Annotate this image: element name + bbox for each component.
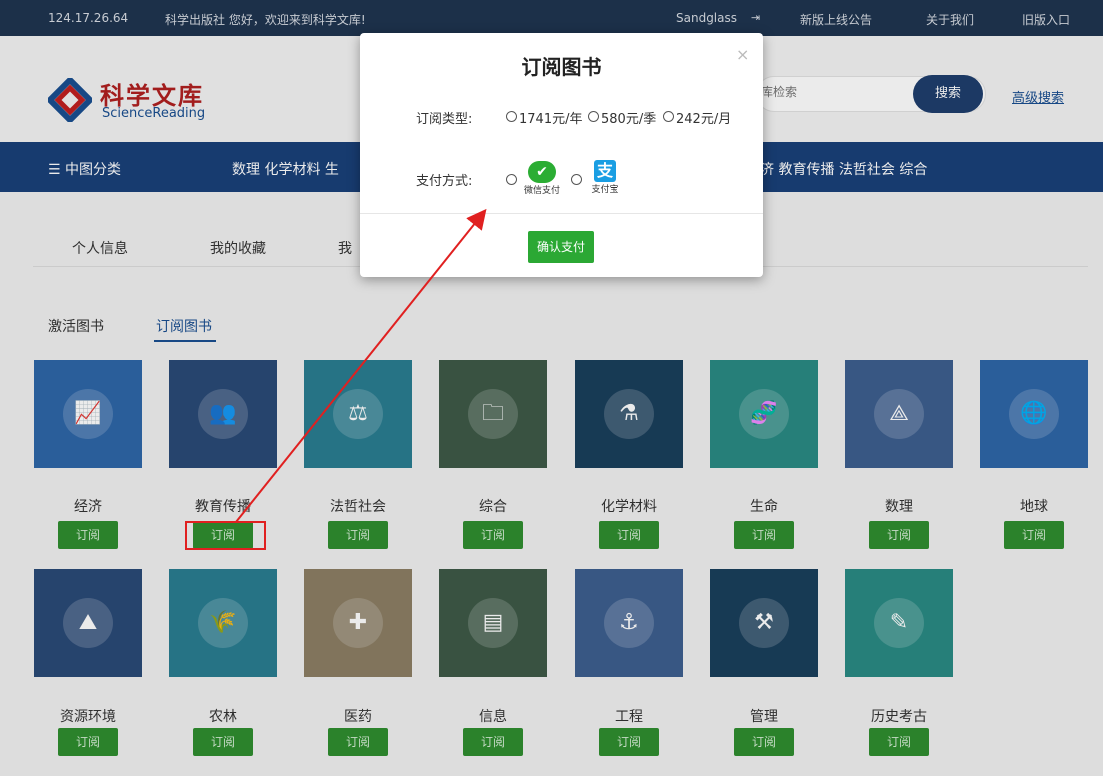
close-icon[interactable]: × — [736, 45, 749, 64]
radio-wechat[interactable] — [506, 174, 517, 185]
wechat-pay-label: 微信支付 — [523, 186, 560, 196]
alipay-label: 支付宝 — [591, 185, 619, 195]
wechat-pay-option[interactable]: ✔ 微信支付 — [522, 161, 562, 196]
modal-title: 订阅图书 — [521, 55, 602, 79]
confirm-payment-button[interactable]: 确认支付 — [528, 231, 594, 263]
radio-monthly[interactable] — [663, 111, 674, 122]
radio-yearly[interactable] — [506, 111, 517, 122]
payment-method-label: 支付方式: — [416, 174, 473, 189]
alipay-icon: 支 — [594, 160, 616, 182]
annotation-highlight-box — [185, 521, 266, 550]
radio-alipay[interactable] — [571, 174, 582, 185]
modal-divider — [360, 213, 763, 214]
option-yearly[interactable]: 1741元/年 — [519, 108, 582, 127]
alipay-option[interactable]: 支 支付宝 — [587, 160, 623, 195]
radio-quarterly[interactable] — [588, 111, 599, 122]
subscription-type-label: 订阅类型: — [416, 112, 473, 127]
option-quarterly[interactable]: 580元/季 — [601, 108, 656, 127]
option-monthly[interactable]: 242元/月 — [676, 108, 731, 127]
wechat-icon: ✔ — [528, 161, 556, 183]
subscribe-modal: 订阅图书 × 订阅类型: 1741元/年 580元/季 242元/月 支付方式:… — [360, 33, 763, 277]
